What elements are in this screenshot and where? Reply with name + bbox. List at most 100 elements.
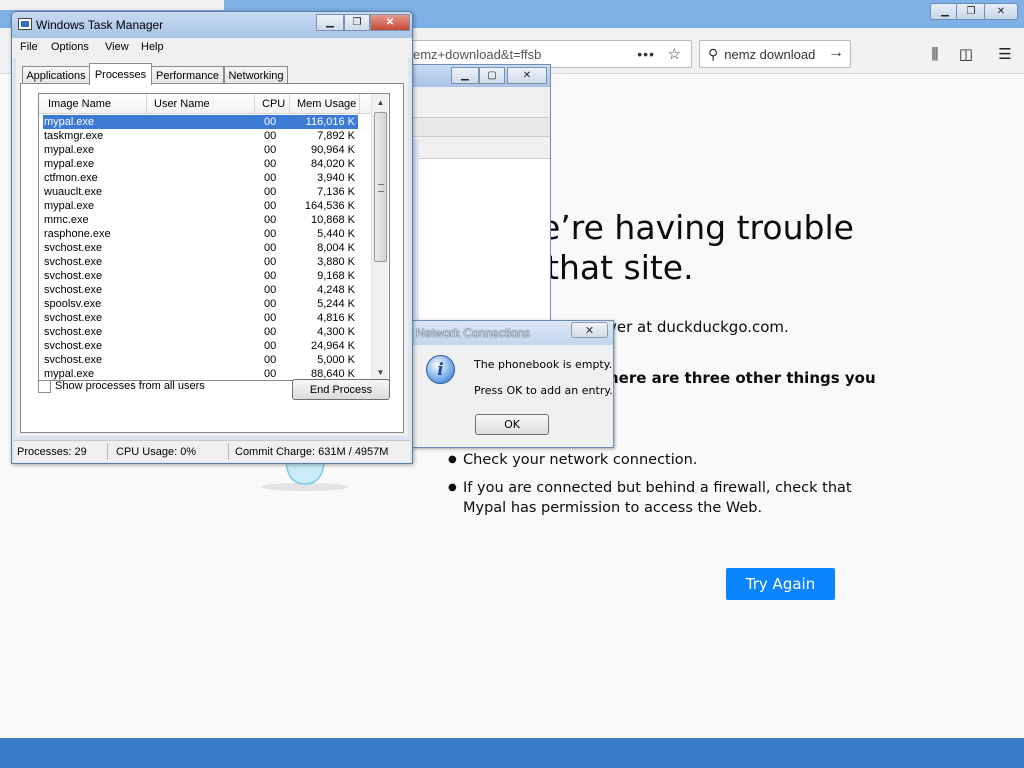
table-row[interactable]: mypal.exe 00 116,016 K [42, 114, 359, 130]
close-button[interactable]: ✕ [370, 14, 410, 31]
process-name-cell: wuauclt.exe [44, 186, 103, 198]
process-list[interactable]: Image Name User Name CPU Mem Usage mypal… [38, 93, 390, 381]
process-name-cell: rasphone.exe [44, 228, 111, 240]
column-image-name[interactable]: Image Name [48, 98, 111, 110]
process-name-cell: mypal.exe [44, 200, 95, 212]
search-text: nemz download [724, 46, 816, 62]
scroll-up-arrow-icon[interactable]: ▲ [372, 94, 389, 110]
table-row[interactable]: svchost.exe 00 3,880 K [43, 255, 358, 269]
error-title-line1: e’re having trouble [540, 208, 854, 247]
try-again-button[interactable]: Try Again [726, 568, 835, 600]
process-mem-cell: 4,300 K [317, 326, 355, 338]
tab-processes[interactable]: Processes [89, 63, 152, 85]
dialog-close-button[interactable]: ✕ [571, 322, 608, 338]
table-row[interactable]: svchost.exe 00 24,964 K [43, 339, 358, 353]
tab-networking[interactable]: Networking [224, 66, 288, 84]
process-mem-cell: 5,440 K [317, 228, 355, 240]
end-process-button[interactable]: End Process [292, 379, 390, 400]
process-cpu-cell: 00 [264, 186, 277, 198]
maximize-button[interactable]: ▢ [479, 67, 505, 84]
show-all-processes-checkbox[interactable] [38, 380, 51, 393]
background-window-header [411, 117, 550, 137]
library-icon[interactable]: ⫼ [925, 44, 945, 64]
browser-restore-button[interactable]: ❐ [956, 3, 986, 20]
column-user-name[interactable]: User Name [154, 98, 210, 110]
column-cpu[interactable]: CPU [262, 98, 285, 110]
table-row[interactable]: svchost.exe 00 9,168 K [43, 269, 358, 283]
menu-bar: File Options View Help [12, 38, 412, 58]
processes-panel: Image Name User Name CPU Mem Usage mypal… [20, 83, 404, 433]
tab-applications[interactable]: Applications [22, 66, 90, 84]
page-actions-icon[interactable]: ••• [637, 46, 655, 62]
menu-hamburger-icon[interactable]: ☰ [995, 44, 1015, 64]
process-name-cell: svchost.exe [44, 312, 103, 324]
dino-mascot-icon [261, 462, 349, 491]
process-mem-cell: 9,168 K [317, 270, 355, 282]
table-row[interactable]: svchost.exe 00 8,004 K [43, 241, 358, 255]
table-row[interactable]: mypal.exe 00 164,536 K [43, 199, 358, 213]
process-mem-cell: 7,892 K [317, 130, 355, 142]
menu-file[interactable]: File [20, 41, 38, 53]
vertical-scrollbar[interactable]: ▲ ▼ [371, 94, 388, 380]
menu-help[interactable]: Help [141, 41, 164, 53]
process-mem-cell: 24,964 K [310, 340, 355, 352]
dialog-message-line1: The phonebook is empty. [474, 358, 613, 371]
process-name-cell: ctfmon.exe [44, 172, 98, 184]
process-name-cell: svchost.exe [44, 354, 103, 366]
process-mem-cell: 5,000 K [317, 354, 355, 366]
task-manager-body: Applications Processes Performance Netwo… [16, 58, 408, 436]
table-row[interactable]: taskmgr.exe 00 7,892 K [43, 129, 358, 143]
show-all-processes-label[interactable]: Show processes from all users [55, 380, 205, 392]
dialog-message-line2: Press OK to add an entry. [474, 384, 613, 397]
table-row[interactable]: mmc.exe 00 10,868 K [43, 213, 358, 227]
process-cpu-cell: 00 [264, 214, 277, 226]
search-go-arrow-icon[interactable]: → [828, 44, 844, 62]
process-cpu-cell: 00 [264, 354, 277, 366]
process-cpu-cell: 00 [264, 242, 277, 254]
table-row[interactable]: spoolsv.exe 00 5,244 K [43, 297, 358, 311]
task-manager-titlebar: Windows Task Manager ▁ ❐ ✕ [12, 12, 412, 38]
process-name-cell: mypal.exe [44, 116, 95, 128]
menu-options[interactable]: Options [51, 41, 89, 53]
error-suggestion-heading: here are three other things you [608, 369, 876, 387]
menu-view[interactable]: View [105, 41, 129, 53]
process-cpu-cell: 00 [264, 130, 277, 142]
table-row[interactable]: wuauclt.exe 00 7,136 K [43, 185, 358, 199]
scroll-down-arrow-icon[interactable]: ▼ [372, 364, 389, 380]
browser-tab[interactable] [0, 0, 224, 10]
process-mem-cell: 90,964 K [310, 144, 355, 156]
minimize-button[interactable]: ▁ [451, 67, 479, 84]
bookmark-star-icon[interactable]: ☆ [668, 45, 681, 63]
sidebar-icon[interactable]: ◫ [956, 44, 976, 64]
table-row[interactable]: rasphone.exe 00 5,440 K [43, 227, 358, 241]
ok-button[interactable]: OK [475, 414, 549, 435]
process-cpu-cell: 00 [264, 326, 277, 338]
table-row[interactable]: svchost.exe 00 4,248 K [43, 283, 358, 297]
tab-performance[interactable]: Performance [151, 66, 224, 84]
table-row[interactable]: svchost.exe 00 5,000 K [43, 353, 358, 367]
task-manager-window: Windows Task Manager ▁ ❐ ✕ File Options … [11, 11, 413, 464]
table-row[interactable]: svchost.exe 00 4,816 K [43, 311, 358, 325]
maximize-button[interactable]: ❐ [344, 14, 370, 31]
process-mem-cell: 4,816 K [317, 312, 355, 324]
column-mem-usage[interactable]: Mem Usage [297, 98, 356, 110]
dialog-titlebar: Network Connections ✕ [413, 321, 613, 345]
table-row[interactable]: ctfmon.exe 00 3,940 K [43, 171, 358, 185]
browser-close-button[interactable]: ✕ [984, 3, 1018, 20]
process-cpu-cell: 00 [264, 200, 277, 212]
status-commit-charge: Commit Charge: 631M / 4957M [235, 446, 389, 458]
table-row[interactable]: svchost.exe 00 4,300 K [43, 325, 358, 339]
process-list-header: Image Name User Name CPU Mem Usage [39, 94, 371, 114]
process-name-cell: svchost.exe [44, 340, 103, 352]
table-row[interactable]: mypal.exe 00 84,020 K [43, 157, 358, 171]
search-input[interactable]: ⚲ nemz download → [699, 40, 851, 68]
scrollbar-thumb[interactable] [374, 112, 387, 262]
minimize-button[interactable]: ▁ [316, 14, 344, 31]
error-suggestion-list: Check your network connection. If you ar… [446, 450, 866, 526]
process-mem-cell: 3,940 K [317, 172, 355, 184]
close-button[interactable]: ✕ [507, 67, 547, 84]
process-name-cell: mypal.exe [44, 158, 95, 170]
network-connections-dialog: Network Connections ✕ i The phonebook is… [412, 320, 614, 448]
process-cpu-cell: 00 [264, 228, 277, 240]
table-row[interactable]: mypal.exe 00 90,964 K [43, 143, 358, 157]
